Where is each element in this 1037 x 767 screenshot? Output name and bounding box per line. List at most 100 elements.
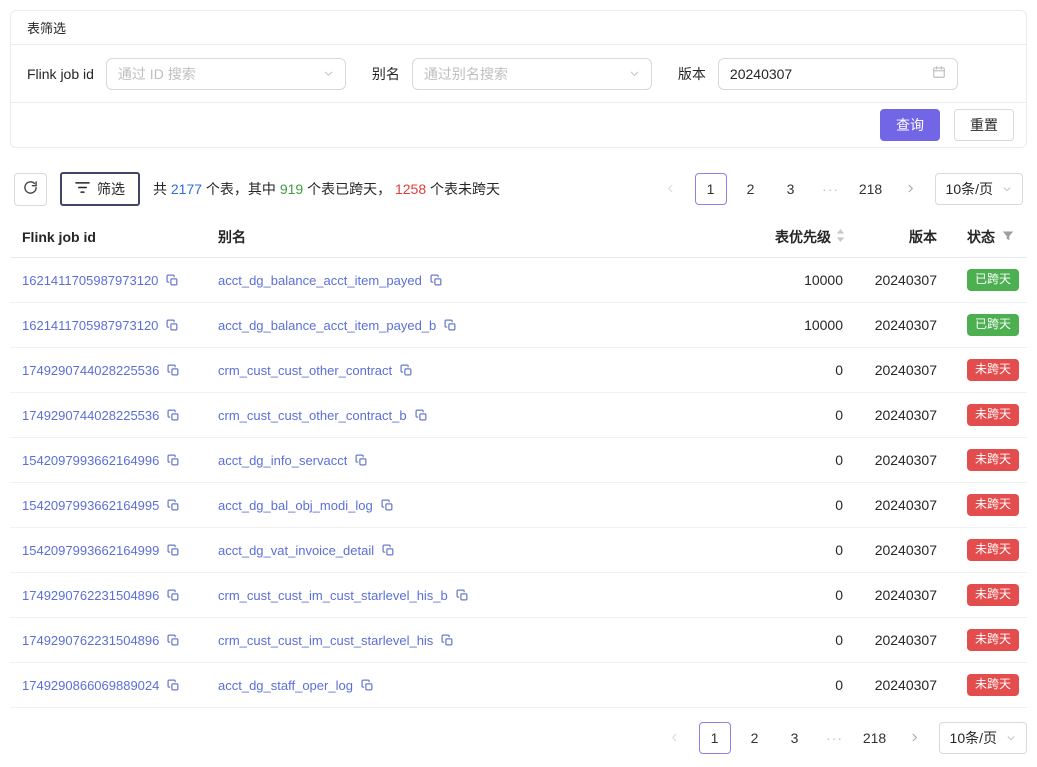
table-row: 1542097993662164999 acct_dg_vat_invoice_…: [10, 528, 1027, 573]
alias-link[interactable]: acct_dg_bal_obj_modi_log: [218, 498, 373, 513]
alias-link[interactable]: crm_cust_cust_other_contract_b: [218, 408, 407, 423]
alias-link[interactable]: acct_dg_balance_acct_item_payed: [218, 273, 422, 288]
job-id-link[interactable]: 1749290744028225536: [22, 363, 159, 378]
filter-toggle-button[interactable]: 筛选: [60, 172, 140, 206]
status-cell: 已跨天: [951, 269, 1021, 291]
priority-cell: 0: [701, 542, 851, 558]
alias-link[interactable]: crm_cust_cust_im_cust_starlevel_his: [218, 633, 433, 648]
toolbar: 筛选 共 2177 个表，其中 919 个表已跨天， 1258 个表未跨天 1 …: [10, 172, 1027, 206]
refresh-button[interactable]: [14, 173, 47, 206]
job-id-link[interactable]: 1542097993662164999: [22, 543, 159, 558]
copy-icon[interactable]: [167, 544, 180, 557]
copy-icon[interactable]: [441, 634, 454, 647]
status-cell: 未跨天: [951, 674, 1021, 696]
status-cell: 未跨天: [951, 404, 1021, 426]
alias-cell: crm_cust_cust_im_cust_starlevel_his_b: [218, 588, 701, 603]
alias-placeholder: 通过别名搜索: [424, 64, 508, 84]
table-row: 1621411705987973120 acct_dg_balance_acct…: [10, 258, 1027, 303]
page-button-last[interactable]: 218: [855, 173, 887, 205]
job-id-link[interactable]: 1621411705987973120: [22, 273, 158, 288]
header-priority[interactable]: 表优先级: [701, 227, 851, 247]
job-id-cell: 1542097993662164999: [22, 543, 218, 558]
copy-icon[interactable]: [400, 364, 413, 377]
alias-select[interactable]: 通过别名搜索: [412, 58, 652, 90]
job-id-link[interactable]: 1542097993662164996: [22, 453, 159, 468]
copy-icon[interactable]: [166, 274, 179, 287]
alias-link[interactable]: acct_dg_vat_invoice_detail: [218, 543, 374, 558]
sort-icon[interactable]: [836, 229, 845, 245]
copy-icon[interactable]: [167, 634, 180, 647]
alias-cell: acct_dg_balance_acct_item_payed_b: [218, 318, 701, 333]
header-status-label: 状态: [967, 227, 995, 247]
header-flink-job-id: Flink job id: [22, 229, 218, 245]
version-date-value: 20240307: [730, 66, 792, 82]
priority-cell: 0: [701, 407, 851, 423]
priority-cell: 0: [701, 587, 851, 603]
flink-job-id-select[interactable]: 通过 ID 搜索: [106, 58, 346, 90]
summary-part: 个表已跨天，: [303, 181, 395, 197]
bottom-pagination-bar: 1 2 3 ··· 218 10条/页: [10, 722, 1027, 754]
page-ellipsis[interactable]: ···: [815, 173, 847, 205]
copy-icon[interactable]: [167, 589, 180, 602]
copy-icon[interactable]: [430, 274, 443, 287]
job-id-link[interactable]: 1749290744028225536: [22, 408, 159, 423]
page-button-1[interactable]: 1: [695, 173, 727, 205]
table-row: 1542097993662164996 acct_dg_info_servacc…: [10, 438, 1027, 483]
copy-icon[interactable]: [444, 319, 457, 332]
page-button-last[interactable]: 218: [859, 722, 891, 754]
chevron-down-icon: [323, 66, 334, 82]
job-id-link[interactable]: 1621411705987973120: [22, 318, 158, 333]
summary-text: 共 2177 个表，其中 919 个表已跨天， 1258 个表未跨天: [153, 179, 500, 199]
copy-icon[interactable]: [382, 544, 395, 557]
job-id-link[interactable]: 1749290762231504896: [22, 588, 159, 603]
alias-label: 别名: [372, 64, 400, 84]
version-date-input[interactable]: 20240307: [718, 58, 958, 90]
copy-icon[interactable]: [381, 499, 394, 512]
job-id-link[interactable]: 1749290762231504896: [22, 633, 159, 648]
job-id-cell: 1542097993662164995: [22, 498, 218, 513]
page-button-3[interactable]: 3: [779, 722, 811, 754]
alias-link[interactable]: acct_dg_staff_oper_log: [218, 678, 353, 693]
copy-icon[interactable]: [167, 499, 180, 512]
alias-cell: acct_dg_info_servacct: [218, 453, 701, 468]
copy-icon[interactable]: [355, 454, 368, 467]
page-button-3[interactable]: 3: [775, 173, 807, 205]
alias-link[interactable]: crm_cust_cust_im_cust_starlevel_his_b: [218, 588, 448, 603]
job-id-link[interactable]: 1542097993662164995: [22, 498, 159, 513]
summary-part: 个表，其中: [202, 181, 280, 197]
job-id-link[interactable]: 1749290866069889024: [22, 678, 159, 693]
status-badge: 未跨天: [967, 539, 1019, 561]
query-button[interactable]: 查询: [880, 109, 940, 141]
next-page-button[interactable]: [899, 722, 931, 754]
copy-icon[interactable]: [167, 364, 180, 377]
summary-total-count: 2177: [171, 181, 202, 197]
status-cell: 未跨天: [951, 494, 1021, 516]
page-ellipsis[interactable]: ···: [819, 722, 851, 754]
reset-button[interactable]: 重置: [954, 109, 1014, 141]
next-page-button[interactable]: [895, 173, 927, 205]
prev-page-button[interactable]: [655, 173, 687, 205]
copy-icon[interactable]: [167, 454, 180, 467]
copy-icon[interactable]: [166, 319, 179, 332]
page-size-select[interactable]: 10条/页: [935, 173, 1023, 205]
copy-icon[interactable]: [167, 409, 180, 422]
refresh-icon: [23, 180, 38, 198]
status-badge: 未跨天: [967, 584, 1019, 606]
page-button-2[interactable]: 2: [735, 173, 767, 205]
page-size-select[interactable]: 10条/页: [939, 722, 1027, 754]
copy-icon[interactable]: [456, 589, 469, 602]
page-button-2[interactable]: 2: [739, 722, 771, 754]
filter-funnel-icon[interactable]: [1002, 229, 1014, 245]
copy-icon[interactable]: [167, 679, 180, 692]
prev-page-button[interactable]: [659, 722, 691, 754]
alias-link[interactable]: crm_cust_cust_other_contract: [218, 363, 392, 378]
copy-icon[interactable]: [415, 409, 428, 422]
table-body: 1621411705987973120 acct_dg_balance_acct…: [10, 258, 1027, 708]
page-size-value: 10条/页: [946, 179, 993, 199]
page-button-1[interactable]: 1: [699, 722, 731, 754]
alias-link[interactable]: acct_dg_balance_acct_item_payed_b: [218, 318, 436, 333]
job-id-cell: 1749290762231504896: [22, 633, 218, 648]
copy-icon[interactable]: [361, 679, 374, 692]
alias-link[interactable]: acct_dg_info_servacct: [218, 453, 347, 468]
version-cell: 20240307: [851, 542, 951, 558]
